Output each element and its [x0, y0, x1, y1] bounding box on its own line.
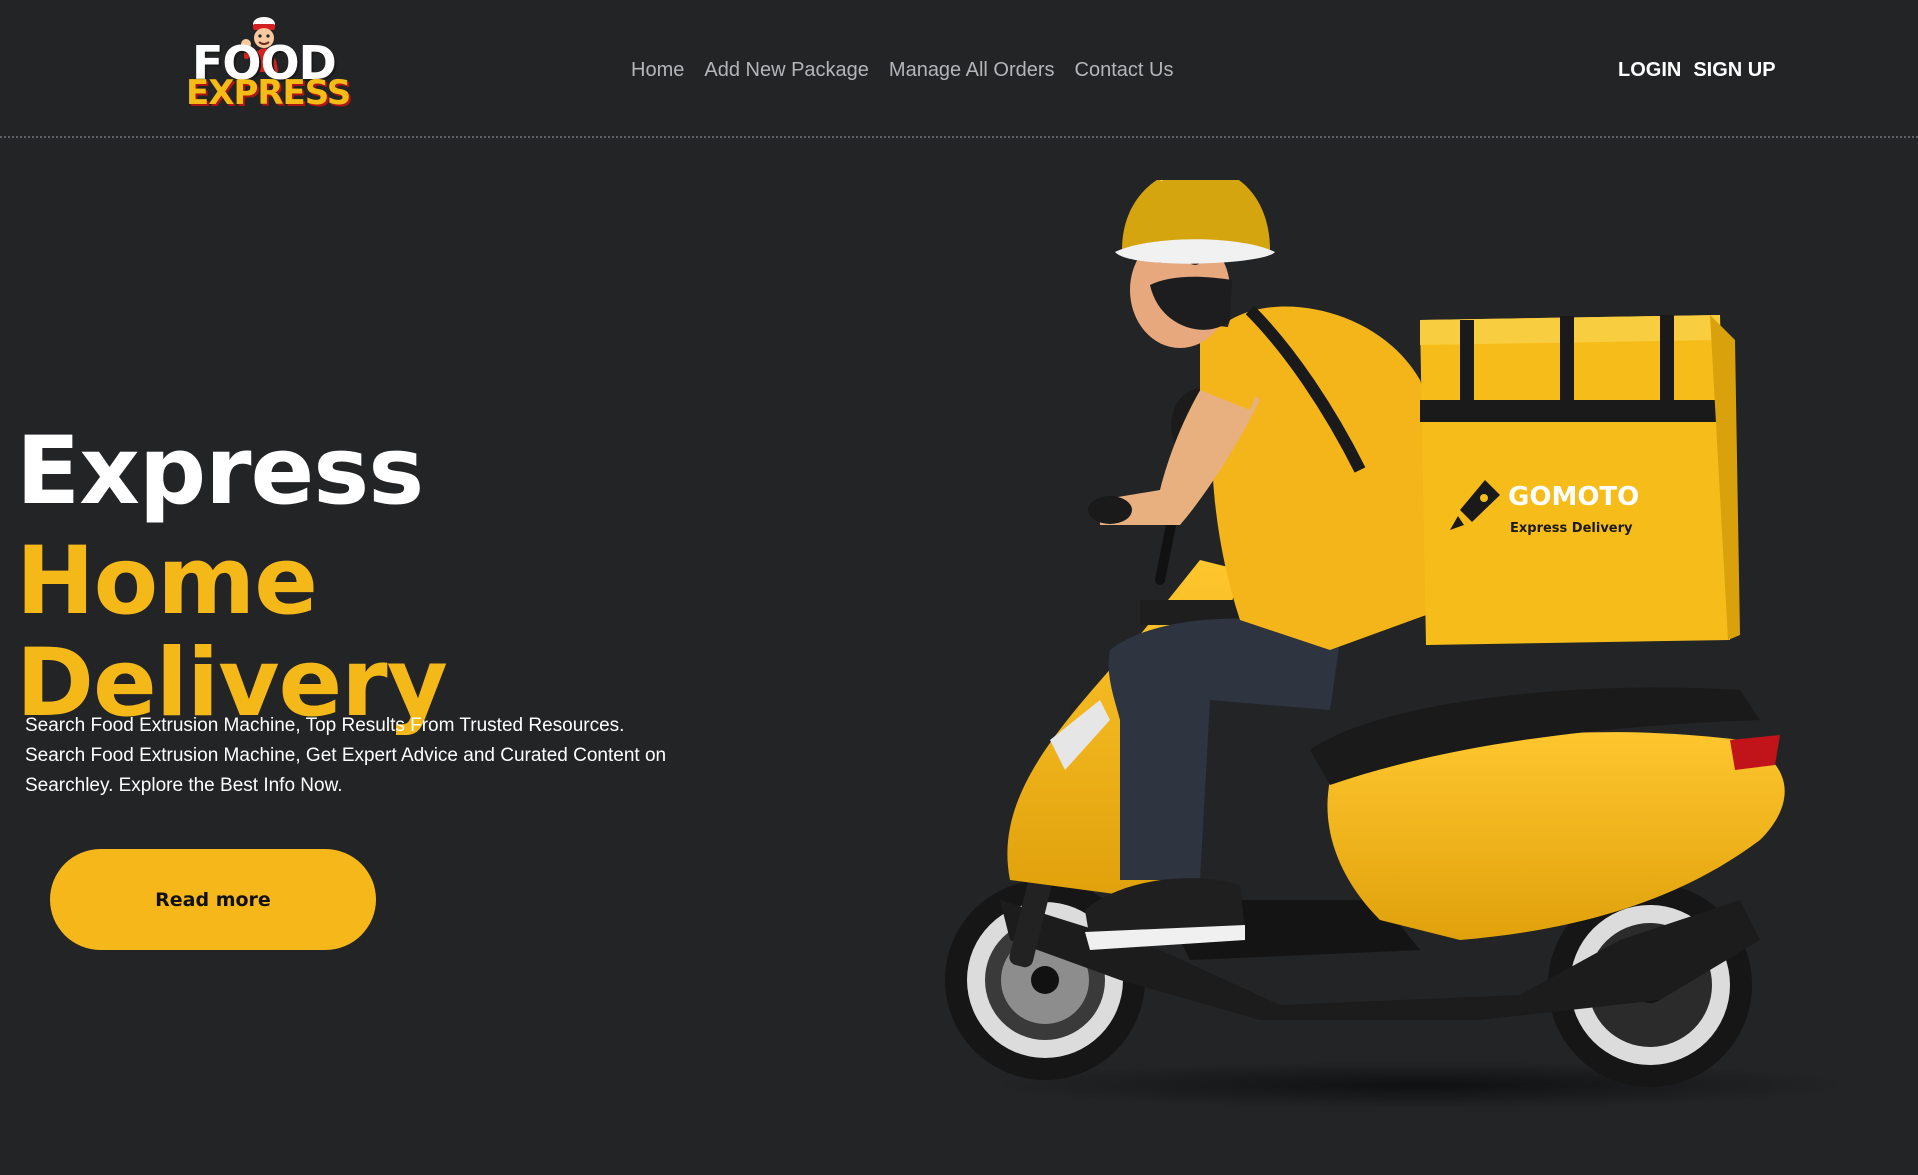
bag-brand-text: GOMOTO [1508, 482, 1639, 512]
login-link[interactable]: LOGIN [1618, 56, 1681, 84]
nav-manage-all-orders[interactable]: Manage All Orders [889, 56, 1055, 84]
site-header: FOOD EXPRESS Home Add New Package Manage… [0, 0, 1918, 138]
rider-legs [1108, 618, 1340, 880]
read-more-button[interactable]: Read more [50, 849, 376, 950]
tail-light [1730, 735, 1780, 770]
signup-link[interactable]: SIGN UP [1693, 56, 1775, 84]
nav-add-new-package[interactable]: Add New Package [704, 56, 869, 84]
hero-title-home: Home [16, 526, 318, 636]
hero-description: Search Food Extrusion Machine, Top Resul… [25, 715, 667, 796]
delivery-bag: GOMOTO Express Delivery [1420, 315, 1740, 645]
ground-shadow [990, 1061, 1850, 1109]
brand-logo[interactable]: FOOD EXPRESS [186, 14, 351, 110]
nav-contact-us[interactable]: Contact Us [1075, 56, 1174, 84]
hero-title-express: Express [16, 416, 424, 526]
main-nav: Home Add New Package Manage All Orders C… [631, 56, 1173, 84]
auth-links: LOGIN SIGN UP [1618, 56, 1776, 84]
bag-tagline-text: Express Delivery [1510, 521, 1633, 536]
rider-glove [1088, 496, 1132, 524]
helmet-icon [1115, 180, 1275, 264]
logo-word-express: EXPRESS [186, 73, 351, 113]
delivery-rider-illustration: GOMOTO Express Delivery [945, 180, 1850, 1109]
page: FOOD EXPRESS Home Add New Package Manage… [0, 0, 1918, 1175]
nav-home[interactable]: Home [631, 56, 684, 84]
